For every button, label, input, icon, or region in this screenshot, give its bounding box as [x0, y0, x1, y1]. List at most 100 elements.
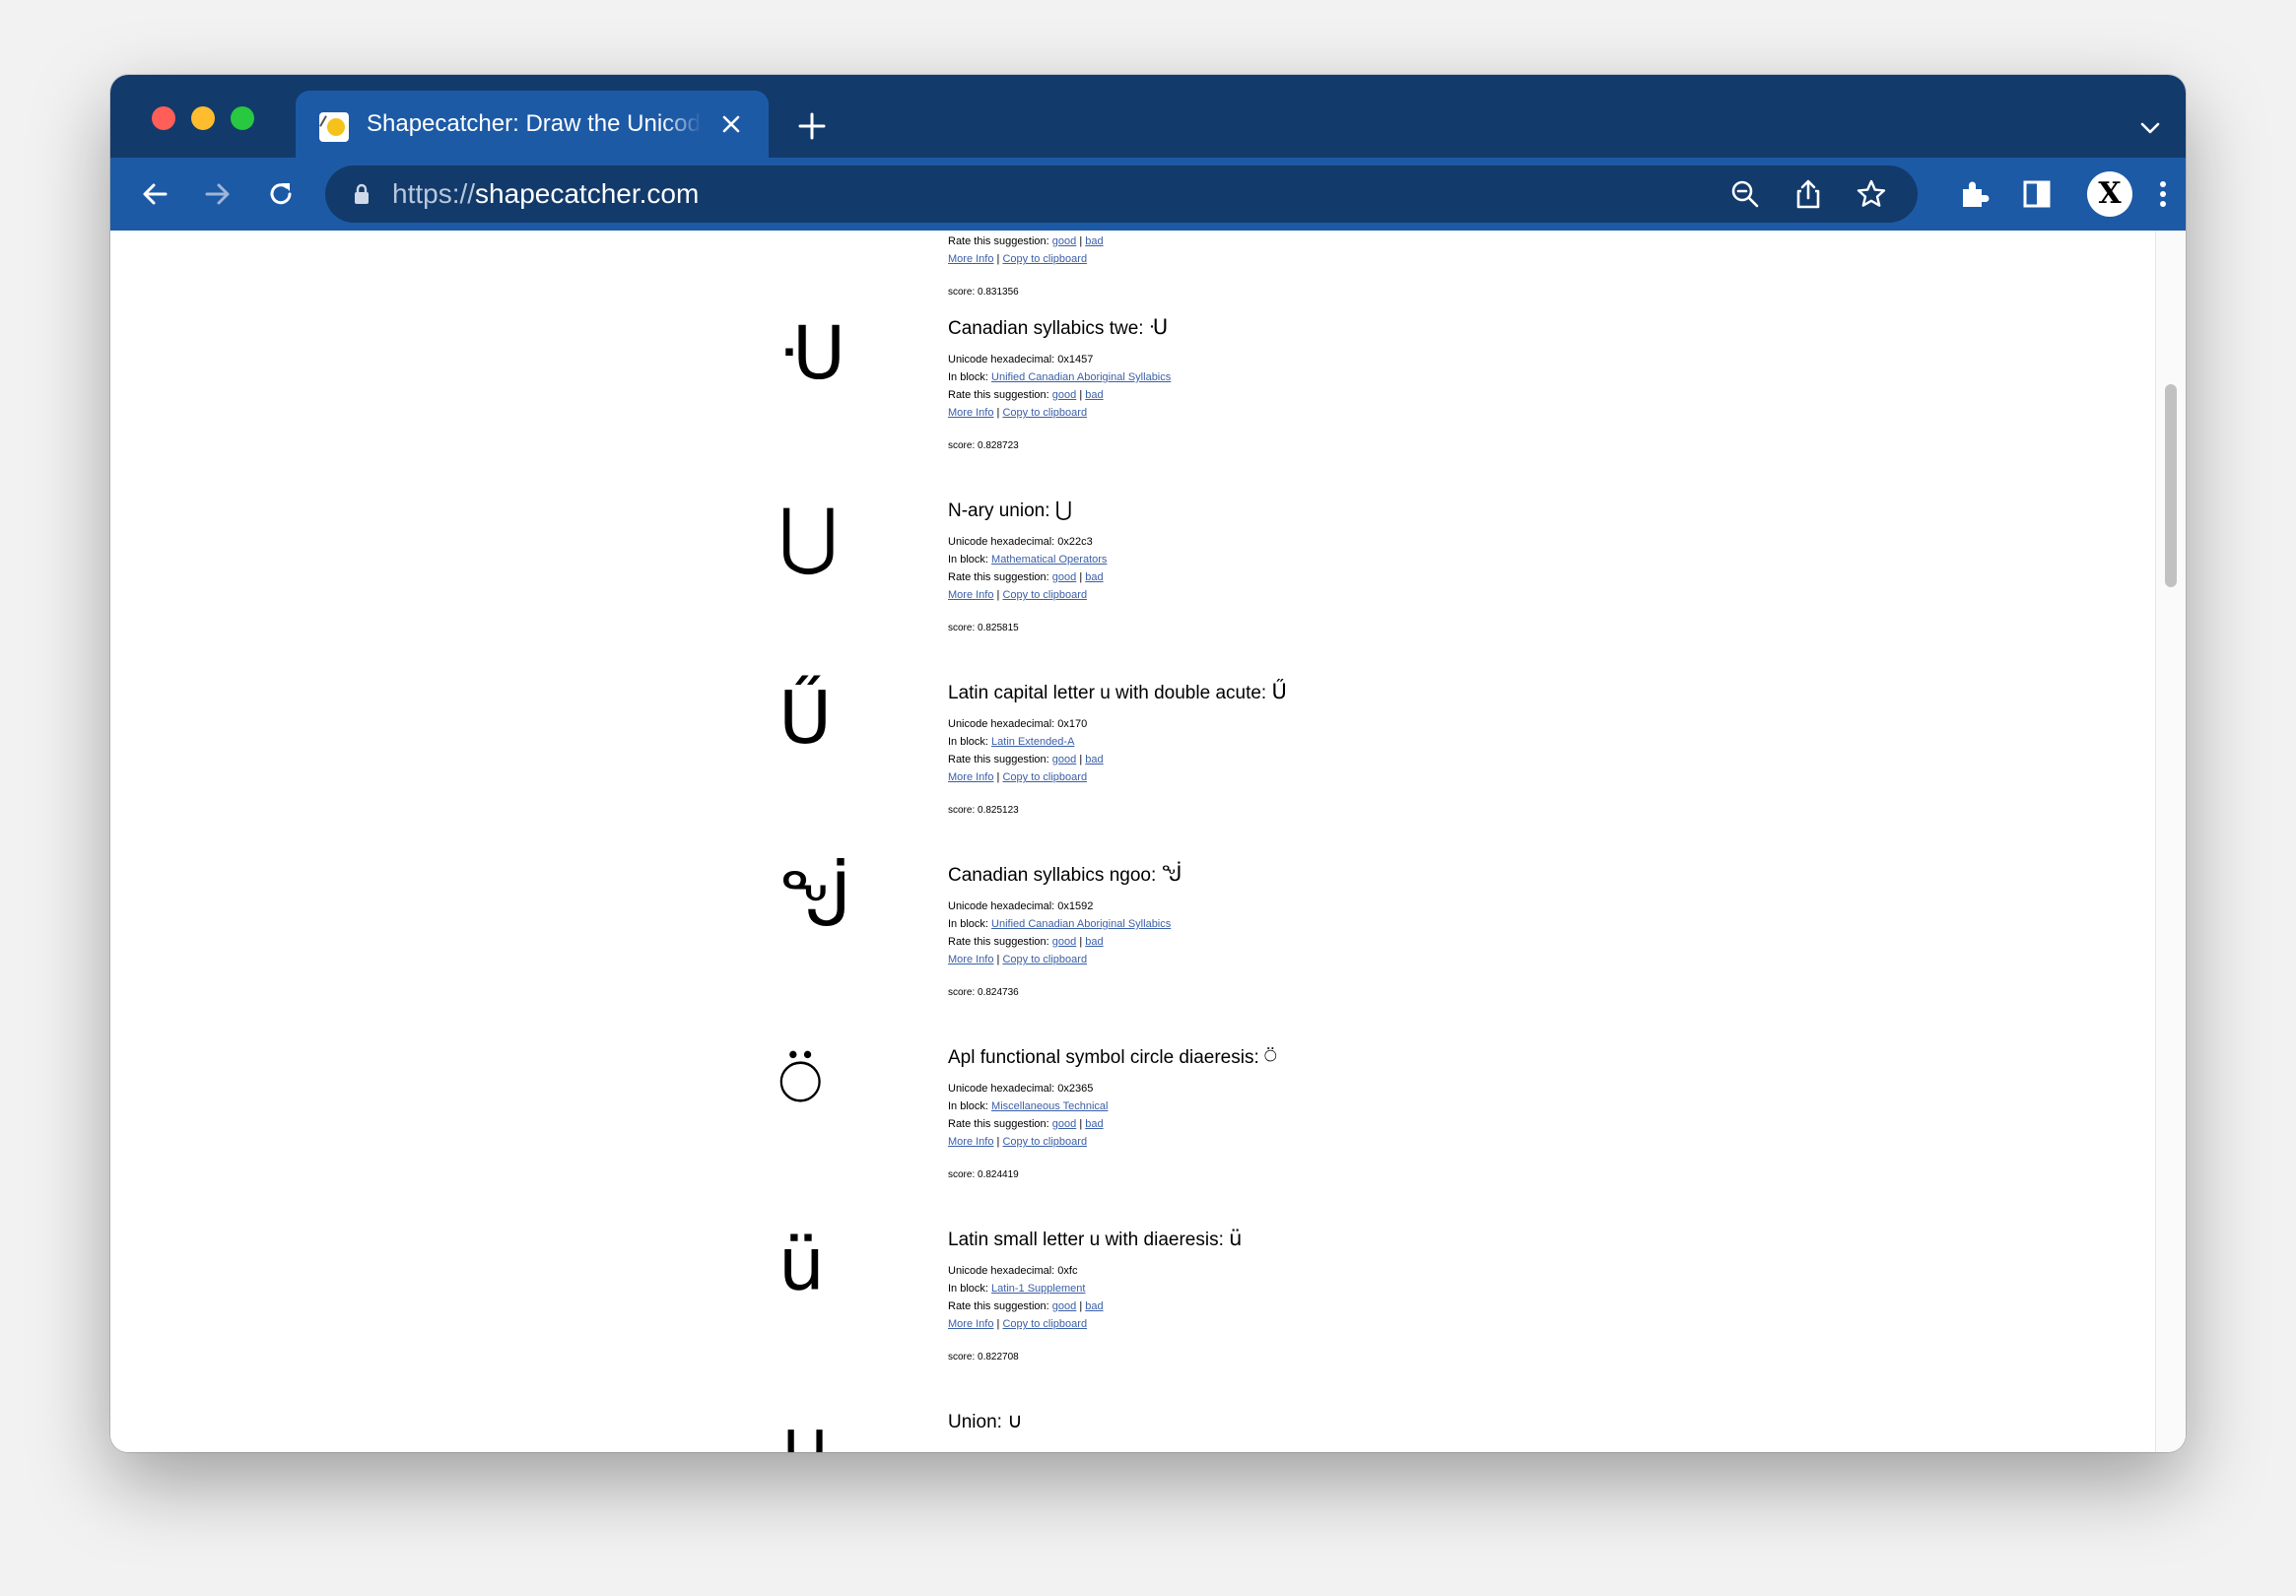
block-link[interactable]: Latin-1 Supplement	[991, 1283, 1085, 1295]
character-glyph: ᖒ	[778, 858, 852, 943]
rate-row: Rate this suggestion: good | bad	[948, 936, 1104, 948]
block-link[interactable]: Latin Extended-A	[991, 736, 1074, 748]
reload-icon[interactable]	[262, 175, 300, 213]
page-content[interactable]: Rate this suggestion: good | bad More In…	[110, 231, 2186, 1452]
browser-tab[interactable]: Shapecatcher: Draw the Unicode character…	[296, 91, 769, 158]
rate-bad-link[interactable]: bad	[1085, 1118, 1103, 1130]
tab-close-icon[interactable]	[717, 110, 745, 138]
tab-title: Shapecatcher: Draw the Unicode character…	[367, 110, 702, 137]
bookmark-star-icon[interactable]	[1855, 177, 1888, 211]
character-name: Latin capital letter u with double acute…	[948, 680, 1287, 703]
copy-to-clipboard-link[interactable]: Copy to clipboard	[1002, 771, 1087, 783]
lock-icon[interactable]	[353, 183, 371, 205]
result-entry: ⋃ N-ary union: ⋃ Unicode hexadecimal: 0x…	[110, 482, 2081, 664]
url-text[interactable]: https://shapecatcher.com	[392, 178, 699, 210]
actions-row: More Info | Copy to clipboard	[948, 407, 1088, 419]
block-link[interactable]: Unified Canadian Aboriginal Syllabics	[991, 371, 1171, 383]
character-name: Canadian syllabics ngoo: ᖒ	[948, 862, 1182, 886]
chevron-down-icon[interactable]	[2136, 114, 2164, 142]
copy-to-clipboard-link[interactable]: Copy to clipboard	[1002, 954, 1087, 965]
previous-result-actions: Rate this suggestion: good | bad More In…	[948, 233, 1104, 301]
rate-row: Rate this suggestion: good | bad	[948, 389, 1104, 401]
actions-row: More Info | Copy to clipboard	[948, 253, 1088, 265]
character-name: Latin small letter u with diaeresis: ü	[948, 1227, 1243, 1250]
rate-row: Rate this suggestion: good | bad	[948, 1300, 1104, 1312]
result-entry: ᖒ Canadian syllabics ngoo: ᖒ Unicode hex…	[110, 846, 2081, 1029]
score-text: score: 0.828723	[948, 440, 1019, 451]
hex-row: Unicode hexadecimal: 0x2365	[948, 1083, 1094, 1095]
more-info-link[interactable]: More Info	[948, 771, 993, 783]
menu-kebab-icon[interactable]	[2144, 175, 2182, 213]
profile-avatar[interactable]: X	[2087, 171, 2132, 217]
scrollbar[interactable]	[2155, 231, 2186, 1452]
block-row: In block: Latin-1 Supplement	[948, 1283, 1086, 1295]
rate-good-link[interactable]: good	[1052, 235, 1076, 247]
more-info-link[interactable]: More Info	[948, 954, 993, 965]
more-info-link[interactable]: More Info	[948, 1318, 993, 1330]
zoom-icon[interactable]	[1728, 177, 1762, 211]
character-glyph: Ű	[778, 676, 833, 761]
rate-bad-link[interactable]: bad	[1085, 1300, 1103, 1312]
window-maximize-button[interactable]	[231, 106, 254, 130]
block-row: In block: Unified Canadian Aboriginal Sy…	[948, 918, 1172, 930]
side-panel-icon[interactable]	[2018, 175, 2056, 213]
back-icon[interactable]	[136, 175, 173, 213]
result-info: Canadian syllabics ngoo: ᖒ Unicode hexad…	[948, 860, 1182, 1002]
address-bar[interactable]: https://shapecatcher.com	[325, 166, 1918, 223]
rate-good-link[interactable]: good	[1052, 1118, 1076, 1130]
rate-row: Rate this suggestion: good | bad	[948, 235, 1104, 247]
block-link[interactable]: Mathematical Operators	[991, 554, 1107, 565]
more-info-link[interactable]: More Info	[948, 589, 993, 601]
character-name: Apl functional symbol circle diaeresis: …	[948, 1044, 1277, 1068]
character-glyph: ⍥	[778, 1040, 823, 1125]
hex-row: Unicode hexadecimal: 0x22c3	[948, 536, 1093, 548]
more-info-link[interactable]: More Info	[948, 1136, 993, 1148]
rate-good-link[interactable]: good	[1052, 389, 1076, 401]
hex-row: Unicode hexadecimal: 0x1592	[948, 900, 1094, 912]
rate-good-link[interactable]: good	[1052, 571, 1076, 583]
new-tab-icon[interactable]	[796, 110, 828, 142]
rate-bad-link[interactable]: bad	[1085, 571, 1103, 583]
browser-window: Shapecatcher: Draw the Unicode character…	[110, 75, 2186, 1452]
copy-to-clipboard-link[interactable]: Copy to clipboard	[1002, 1136, 1087, 1148]
rate-good-link[interactable]: good	[1052, 936, 1076, 948]
rate-row: Rate this suggestion: good | bad	[948, 571, 1104, 583]
copy-to-clipboard-link[interactable]: Copy to clipboard	[1002, 407, 1087, 419]
extensions-icon[interactable]	[1955, 175, 1992, 213]
more-info-link[interactable]: More Info	[948, 407, 993, 419]
character-name: Canadian syllabics twe: ᑗ	[948, 315, 1169, 339]
rate-good-link[interactable]: good	[1052, 754, 1076, 765]
hex-row: Unicode hexadecimal: 0xfc	[948, 1265, 1078, 1277]
result-info: Canadian syllabics twe: ᑗ Unicode hexade…	[948, 313, 1171, 455]
block-link[interactable]: Miscellaneous Technical	[991, 1100, 1108, 1112]
rate-bad-link[interactable]: bad	[1085, 235, 1103, 247]
result-entry: ⍥ Apl functional symbol circle diaeresis…	[110, 1029, 2081, 1211]
more-info-link[interactable]: More Info	[948, 253, 993, 265]
block-link[interactable]: Unified Canadian Aboriginal Syllabics	[991, 918, 1171, 930]
copy-to-clipboard-link[interactable]: Copy to clipboard	[1002, 1318, 1087, 1330]
hex-row: Unicode hexadecimal: 0x170	[948, 718, 1088, 730]
window-close-button[interactable]	[152, 106, 175, 130]
copy-to-clipboard-link[interactable]: Copy to clipboard	[1002, 253, 1087, 265]
actions-row: More Info | Copy to clipboard	[948, 1136, 1088, 1148]
rate-row: Rate this suggestion: good | bad	[948, 1118, 1104, 1130]
rate-bad-link[interactable]: bad	[1085, 389, 1103, 401]
rate-row: Rate this suggestion: good | bad	[948, 754, 1104, 765]
character-glyph: ü	[778, 1223, 825, 1307]
forward-icon[interactable]	[199, 175, 236, 213]
character-glyph: ⋃	[778, 494, 839, 578]
actions-row: More Info | Copy to clipboard	[948, 954, 1088, 965]
character-glyph: ᑗ	[778, 311, 846, 396]
result-info: Latin small letter u with diaeresis: ü U…	[948, 1225, 1242, 1366]
rate-good-link[interactable]: good	[1052, 1300, 1076, 1312]
score-text: score: 0.825815	[948, 623, 1019, 633]
rate-bad-link[interactable]: bad	[1085, 936, 1103, 948]
copy-to-clipboard-link[interactable]: Copy to clipboard	[1002, 589, 1087, 601]
result-entry: ü Latin small letter u with diaeresis: ü…	[110, 1211, 2081, 1393]
result-entry: Ű Latin capital letter u with double acu…	[110, 664, 2081, 846]
scrollbar-thumb[interactable]	[2165, 384, 2177, 587]
actions-row: More Info | Copy to clipboard	[948, 1318, 1088, 1330]
window-minimize-button[interactable]	[191, 106, 215, 130]
share-icon[interactable]	[1791, 177, 1825, 211]
rate-bad-link[interactable]: bad	[1085, 754, 1103, 765]
